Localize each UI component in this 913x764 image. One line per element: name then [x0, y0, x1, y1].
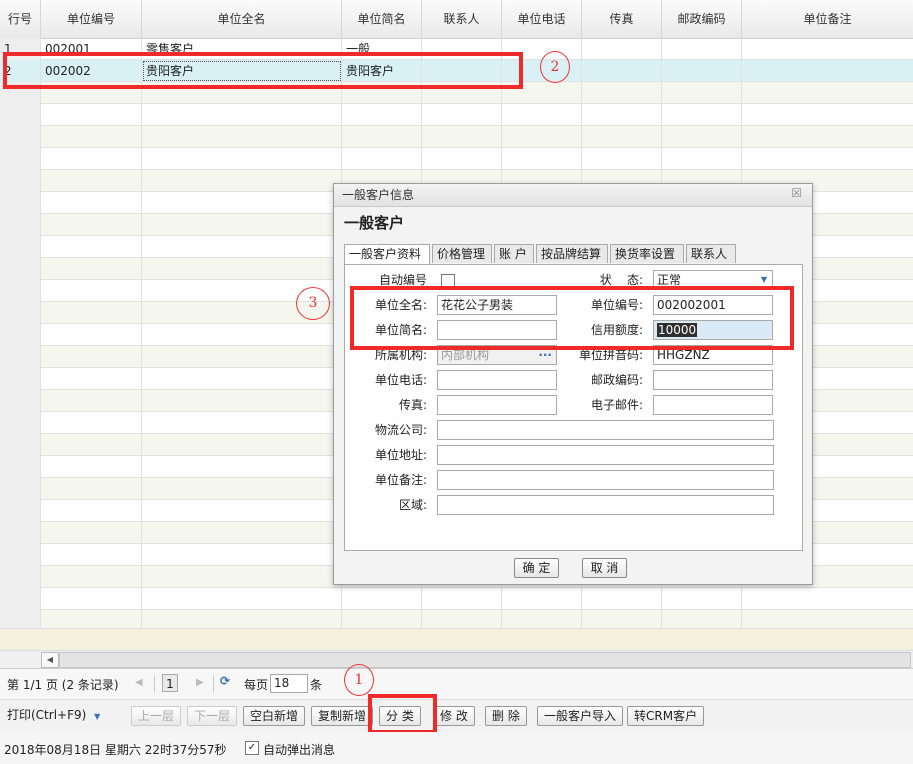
empty-row	[0, 126, 913, 148]
per-page-label: 每页	[244, 678, 269, 692]
to-crm-button[interactable]: 转CRM客户	[627, 706, 705, 726]
col-remark[interactable]: 单位备注	[742, 0, 913, 38]
refresh-icon[interactable]: ⟳	[220, 674, 230, 688]
per-page-input[interactable]: 18	[270, 674, 308, 693]
tab-brand-settlement[interactable]: 按品牌结算	[536, 244, 608, 263]
blank-add-button[interactable]: 空白新增	[243, 706, 306, 726]
tab-price[interactable]: 价格管理	[432, 244, 492, 263]
scroll-left-icon[interactable]: ◀	[41, 652, 59, 668]
grid-header: 行号 单位编号 单位全名 单位简名 联系人 单位电话 传真 邮政编码 单位备注	[0, 0, 913, 39]
status-value: 正常	[657, 273, 682, 287]
col-row-no[interactable]: 行号	[0, 0, 41, 38]
customer-info-dialog: 一般客户信息 ☒ 一般客户 一般客户资料 价格管理 账 户 按品牌结算 换货率设…	[333, 183, 813, 585]
fax-label: 传真:	[398, 398, 427, 412]
logistics-input[interactable]	[437, 420, 774, 440]
prev-page-icon[interactable]: ◀	[135, 677, 143, 688]
address-input[interactable]	[437, 445, 774, 465]
close-icon[interactable]: ☒	[791, 186, 802, 200]
next-page-icon[interactable]: ▶	[196, 677, 204, 688]
col-postcode[interactable]: 邮政编码	[662, 0, 742, 38]
per-page-unit: 条	[310, 678, 323, 692]
cancel-button[interactable]: 取 消	[582, 558, 627, 578]
status-bar: 2018年08月18日 星期六 22时37分57秒 ✓ 自动弹出消息	[0, 732, 913, 764]
tab-exchange-rate[interactable]: 换货率设置	[610, 244, 684, 263]
col-shortname[interactable]: 单位简名	[342, 0, 422, 38]
print-label: 打印(Ctrl+F9)	[7, 708, 87, 722]
phone-input[interactable]	[437, 370, 557, 390]
remark-label: 单位备注:	[374, 473, 427, 487]
copy-add-button[interactable]: 复制新增	[311, 706, 374, 726]
empty-row	[0, 104, 913, 126]
import-customers-button[interactable]: 一般客户导入	[537, 706, 624, 726]
empty-row	[0, 148, 913, 170]
tab-general[interactable]: 一般客户资料	[344, 244, 430, 265]
print-button[interactable]: 打印(Ctrl+F9) ▼	[1, 706, 106, 726]
grid-footer-row	[0, 628, 913, 651]
email-input[interactable]	[653, 395, 773, 415]
tab-contacts[interactable]: 联系人	[686, 244, 736, 263]
org-value: 内部机构	[441, 348, 490, 362]
remark-input[interactable]	[437, 470, 774, 490]
dialog-title: 一般客户信息	[334, 184, 812, 207]
dialog-heading: 一般客户	[344, 214, 405, 232]
fax-input[interactable]	[437, 395, 557, 415]
auto-popup-checkbox[interactable]: ✓	[245, 741, 259, 755]
edit-button[interactable]: 修 改	[433, 706, 475, 726]
highlight-name-fields	[350, 286, 794, 350]
datetime-text: 2018年08月18日 星期六 22时37分57秒	[4, 743, 227, 757]
col-phone[interactable]: 单位电话	[502, 0, 582, 38]
col-fax[interactable]: 传真	[582, 0, 662, 38]
horizontal-scrollbar[interactable]: ◀	[0, 650, 913, 668]
delete-button[interactable]: 删 除	[485, 706, 527, 726]
page-number[interactable]: 1	[162, 674, 178, 692]
col-code[interactable]: 单位编号	[41, 0, 142, 38]
annotation-circle-1: 1	[344, 664, 374, 696]
logistics-label: 物流公司:	[374, 423, 427, 437]
address-label: 单位地址:	[374, 448, 427, 462]
action-toolbar: 打印(Ctrl+F9) ▼ 上一层 下一层 空白新增 复制新增 分 类 修 改 …	[0, 699, 913, 732]
prev-level-button[interactable]: 上一层	[131, 706, 182, 726]
empty-row	[0, 588, 913, 610]
next-level-button[interactable]: 下一层	[187, 706, 238, 726]
col-fullname[interactable]: 单位全名	[142, 0, 342, 38]
highlight-selected-row	[3, 52, 523, 89]
pager-bar: 第 1/1 页 (2 条记录) ◀ 1 ▶ ⟳ 每页 18 条	[0, 668, 913, 699]
region-label: 区域:	[398, 498, 427, 512]
scroll-thumb[interactable]	[59, 652, 911, 668]
email-label: 电子邮件:	[590, 398, 643, 412]
auto-popup-label: 自动弹出消息	[263, 743, 336, 757]
annotation-circle-3: 3	[296, 287, 330, 320]
region-input[interactable]	[437, 495, 774, 515]
phone-label: 单位电话:	[374, 373, 427, 387]
postcode-input[interactable]	[653, 370, 773, 390]
ok-button[interactable]: 确 定	[514, 558, 559, 578]
print-dropdown-icon[interactable]: ▼	[94, 712, 100, 721]
annotation-circle-2: 2	[540, 51, 570, 83]
tab-account[interactable]: 账 户	[494, 244, 534, 263]
page-info: 第 1/1 页 (2 条记录)	[7, 678, 119, 692]
col-contact[interactable]: 联系人	[422, 0, 502, 38]
postcode-label: 邮政编码:	[590, 373, 643, 387]
highlight-classify-button	[368, 694, 437, 734]
